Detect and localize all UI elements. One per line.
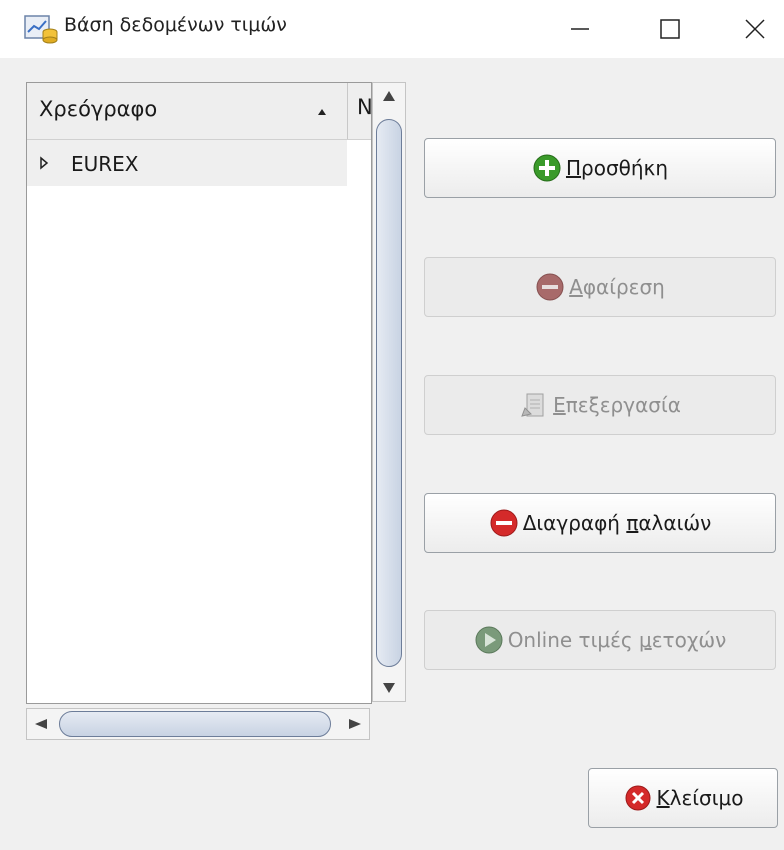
online-prices-button[interactable]: Online τιμές μετοχών	[424, 610, 776, 670]
delete-old-button-label: Διαγραφή παλαιών	[522, 511, 712, 535]
edit-button-label: Επεξεργασία	[553, 393, 681, 417]
play-circle-icon	[475, 626, 503, 654]
edit-document-icon	[521, 393, 544, 417]
delete-old-button[interactable]: Διαγραφή παλαιών	[424, 493, 776, 553]
close-button[interactable]: Κλείσιμο	[588, 768, 778, 828]
tree-row[interactable]: EUREX	[27, 140, 347, 186]
edit-button[interactable]: Επεξεργασία	[424, 375, 776, 435]
securities-tree[interactable]: Χρεόγραφο Ν EUREX	[26, 82, 372, 704]
column-header-second[interactable]: Ν	[357, 95, 371, 119]
sort-ascending-icon	[318, 109, 326, 115]
maximize-icon	[660, 19, 680, 39]
scroll-right-icon[interactable]	[347, 718, 363, 730]
vertical-scrollbar[interactable]	[372, 82, 406, 702]
remove-button[interactable]: Αφαίρεση	[424, 257, 776, 317]
close-button-label: Κλείσιμο	[656, 786, 744, 810]
scroll-left-icon[interactable]	[33, 718, 49, 730]
column-header-security[interactable]: Χρεόγραφο	[27, 83, 347, 139]
scroll-down-icon[interactable]	[381, 681, 397, 695]
minimize-icon	[571, 28, 589, 30]
close-icon	[745, 19, 765, 39]
plus-circle-icon	[533, 154, 561, 182]
tree-row-label: EUREX	[71, 152, 139, 176]
column-header-label: Χρεόγραφο	[39, 97, 158, 121]
tree-header: Χρεόγραφο Ν	[27, 83, 371, 140]
online-prices-button-label: Online τιμές μετοχών	[507, 628, 727, 652]
window-title: Βάση δεδομένων τιμών	[64, 14, 287, 36]
title-bar: Βάση δεδομένων τιμών	[0, 0, 784, 58]
add-button[interactable]: Προσθήκη	[424, 138, 776, 198]
window-close-button[interactable]	[720, 0, 784, 58]
minus-circle-icon	[490, 509, 518, 537]
minimize-button[interactable]	[545, 0, 615, 58]
add-button-label: Προσθήκη	[565, 156, 669, 180]
remove-button-label: Αφαίρεση	[569, 275, 665, 299]
column-divider[interactable]	[347, 83, 348, 139]
horizontal-scroll-thumb[interactable]	[59, 711, 331, 737]
scroll-up-icon[interactable]	[381, 89, 397, 103]
expand-arrow-icon[interactable]	[39, 156, 49, 170]
close-circle-icon	[625, 785, 651, 811]
database-chart-icon	[24, 15, 58, 44]
minus-circle-icon	[536, 273, 564, 301]
vertical-scroll-thumb[interactable]	[376, 119, 402, 667]
horizontal-scrollbar[interactable]	[26, 708, 370, 740]
maximize-button[interactable]	[635, 0, 705, 58]
